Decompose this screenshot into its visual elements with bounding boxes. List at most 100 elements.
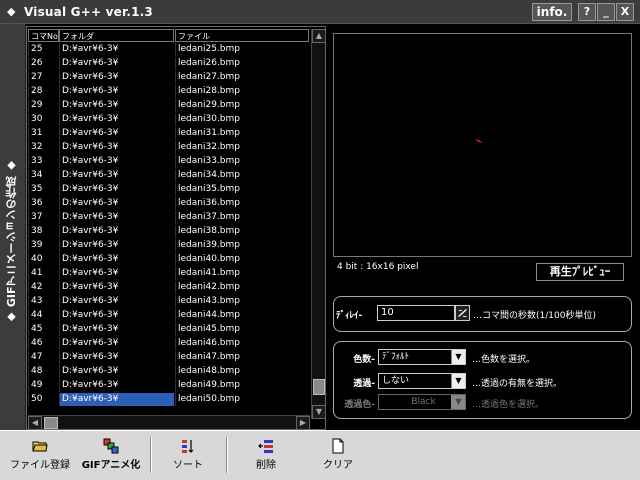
- column-header-frame-no[interactable]: コマNo.: [28, 29, 59, 42]
- scroll-left-icon[interactable]: ◀: [28, 416, 42, 430]
- file-cell: ledani39.bmp: [175, 239, 309, 252]
- table-row[interactable]: 35 D:¥avr¥6-3¥ ledani35.bmp: [27, 183, 309, 197]
- frame-no-cell: 46: [28, 337, 59, 350]
- table-row[interactable]: 48 D:¥avr¥6-3¥ ledani48.bmp: [27, 365, 309, 379]
- frame-no-cell: 42: [28, 281, 59, 294]
- file-cell: ledani42.bmp: [175, 281, 309, 294]
- frame-no-cell: 33: [28, 155, 59, 168]
- frame-no-cell: 41: [28, 267, 59, 280]
- table-row[interactable]: 47 D:¥avr¥6-3¥ ledani47.bmp: [27, 351, 309, 365]
- table-row[interactable]: 30 D:¥avr¥6-3¥ ledani30.bmp: [27, 113, 309, 127]
- delay-input[interactable]: 10: [377, 305, 455, 321]
- file-cell: ledani37.bmp: [175, 211, 309, 224]
- list-rows: 25 D:¥avr¥6-3¥ ledani25.bmp 26 D:¥avr¥6-3¥ le…: [27, 43, 309, 421]
- table-row[interactable]: 25 D:¥avr¥6-3¥ ledani25.bmp: [27, 43, 309, 57]
- table-row[interactable]: 33 D:¥avr¥6-3¥ ledani33.bmp: [27, 155, 309, 169]
- vertical-scrollbar[interactable]: ▲ ▼: [311, 29, 326, 419]
- table-row[interactable]: 43 D:¥avr¥6-3¥ ledani43.bmp: [27, 295, 309, 309]
- delete-button[interactable]: 削除: [240, 435, 292, 477]
- frame-no-cell: 44: [28, 309, 59, 322]
- folder-cell: D:¥avr¥6-3¥: [59, 365, 174, 378]
- list-header: コマNo. フォルダ ファイル: [27, 29, 309, 42]
- table-row[interactable]: 42 D:¥avr¥6-3¥ ledani42.bmp: [27, 281, 309, 295]
- scroll-down-icon[interactable]: ▼: [312, 405, 326, 419]
- toolbar-separator: [150, 437, 152, 473]
- close-button[interactable]: X: [616, 3, 634, 21]
- vertical-scroll-thumb[interactable]: [313, 379, 325, 395]
- folder-cell: D:¥avr¥6-3¥: [59, 295, 174, 308]
- chevron-down-icon[interactable]: ▼: [451, 350, 465, 364]
- frame-no-cell: 29: [28, 99, 59, 112]
- frame-no-cell: 28: [28, 85, 59, 98]
- table-row[interactable]: 26 D:¥avr¥6-3¥ ledani26.bmp: [27, 57, 309, 71]
- register-files-button[interactable]: ファイル登録: [8, 435, 72, 477]
- folder-cell: D:¥avr¥6-3¥: [59, 43, 174, 56]
- table-row[interactable]: 36 D:¥avr¥6-3¥ ledani36.bmp: [27, 197, 309, 211]
- table-row[interactable]: 45 D:¥avr¥6-3¥ ledani45.bmp: [27, 323, 309, 337]
- table-row[interactable]: 27 D:¥avr¥6-3¥ ledani27.bmp: [27, 71, 309, 85]
- frame-no-cell: 39: [28, 239, 59, 252]
- table-row[interactable]: 39 D:¥avr¥6-3¥ ledani39.bmp: [27, 239, 309, 253]
- column-header-folder[interactable]: フォルダ: [59, 29, 174, 42]
- table-row[interactable]: 32 D:¥avr¥6-3¥ ledani32.bmp: [27, 141, 309, 155]
- horizontal-scrollbar[interactable]: ◀ ▶: [28, 415, 310, 430]
- table-row[interactable]: 34 D:¥avr¥6-3¥ ledani34.bmp: [27, 169, 309, 183]
- horizontal-scroll-thumb[interactable]: [44, 417, 58, 429]
- table-row[interactable]: 49 D:¥avr¥6-3¥ ledani49.bmp: [27, 379, 309, 393]
- folder-cell: D:¥avr¥6-3¥: [59, 155, 174, 168]
- table-row[interactable]: 44 D:¥avr¥6-3¥ ledani44.bmp: [27, 309, 309, 323]
- bottom-toolbar: ファイル登録 GIFアニメ化 ソート 削除 クリア: [0, 430, 640, 480]
- frame-no-cell: 31: [28, 127, 59, 140]
- frame-no-cell: 40: [28, 253, 59, 266]
- table-row[interactable]: 37 D:¥avr¥6-3¥ ledani37.bmp: [27, 211, 309, 225]
- window-title: Visual G++ ver.1.3: [24, 5, 153, 19]
- transparent-color-select[interactable]: Black ▼: [378, 394, 466, 410]
- frame-no-cell: 35: [28, 183, 59, 196]
- folder-cell: D:¥avr¥6-3¥: [59, 337, 174, 350]
- folder-cell: D:¥avr¥6-3¥: [59, 239, 174, 252]
- table-row[interactable]: 50 D:¥avr¥6-3¥ ledani50.bmp: [27, 393, 309, 407]
- table-row[interactable]: 38 D:¥avr¥6-3¥ ledani38.bmp: [27, 225, 309, 239]
- sort-button[interactable]: ソート: [162, 435, 214, 477]
- frame-no-cell: 43: [28, 295, 59, 308]
- sort-label: ソート: [173, 460, 203, 471]
- folder-cell: D:¥avr¥6-3¥: [59, 197, 174, 210]
- file-cell: ledani28.bmp: [175, 85, 309, 98]
- delay-label: ﾃﾞｨﾚｲ-: [336, 311, 363, 321]
- folder-cell: D:¥avr¥6-3¥: [59, 85, 174, 98]
- clear-button[interactable]: クリア: [312, 435, 364, 477]
- table-row[interactable]: 31 D:¥avr¥6-3¥ ledani31.bmp: [27, 127, 309, 141]
- table-row[interactable]: 46 D:¥avr¥6-3¥ ledani46.bmp: [27, 337, 309, 351]
- table-row[interactable]: 28 D:¥avr¥6-3¥ ledani28.bmp: [27, 85, 309, 99]
- frame-no-cell: 25: [28, 43, 59, 56]
- folder-cell: D:¥avr¥6-3¥: [59, 183, 174, 196]
- frame-no-cell: 48: [28, 365, 59, 378]
- file-cell: ledani33.bmp: [175, 155, 309, 168]
- chevron-down-icon[interactable]: ▼: [451, 374, 465, 388]
- scroll-right-icon[interactable]: ▶: [296, 416, 310, 430]
- color-count-select[interactable]: ﾃﾞﾌｫﾙﾄ ▼: [378, 349, 466, 365]
- delay-spin-icon[interactable]: [455, 305, 470, 321]
- folder-cell: D:¥avr¥6-3¥: [59, 169, 174, 182]
- help-button[interactable]: ?: [578, 3, 596, 21]
- play-preview-button[interactable]: 再生ﾌﾟﾚﾋﾞｭｰ: [536, 263, 624, 281]
- toolbar-separator: [226, 437, 228, 473]
- table-row[interactable]: 41 D:¥avr¥6-3¥ ledani41.bmp: [27, 267, 309, 281]
- folder-cell: D:¥avr¥6-3¥: [59, 309, 174, 322]
- chevron-down-icon[interactable]: ▼: [451, 395, 465, 409]
- transparency-description: …透過の有無を選択。: [472, 379, 563, 389]
- info-button[interactable]: info.: [532, 3, 572, 21]
- make-gif-button[interactable]: GIFアニメ化: [78, 435, 144, 477]
- file-cell: ledani49.bmp: [175, 379, 309, 392]
- side-tab-gif-animation[interactable]: ◆ GIFアニメーションの作成 ◆: [0, 24, 26, 430]
- frame-list[interactable]: コマNo. フォルダ ファイル 25 D:¥avr¥6-3¥ ledani25.bm…: [26, 26, 326, 430]
- minimize-button[interactable]: _: [597, 3, 615, 21]
- table-row[interactable]: 29 D:¥avr¥6-3¥ ledani29.bmp: [27, 99, 309, 113]
- scroll-up-icon[interactable]: ▲: [312, 29, 326, 43]
- transparency-select[interactable]: しない ▼: [378, 373, 466, 389]
- table-row[interactable]: 40 D:¥avr¥6-3¥ ledani40.bmp: [27, 253, 309, 267]
- transparency-value: しない: [382, 376, 410, 386]
- file-cell: ledani38.bmp: [175, 225, 309, 238]
- delete-label: 削除: [256, 460, 276, 471]
- column-header-file[interactable]: ファイル: [175, 29, 309, 42]
